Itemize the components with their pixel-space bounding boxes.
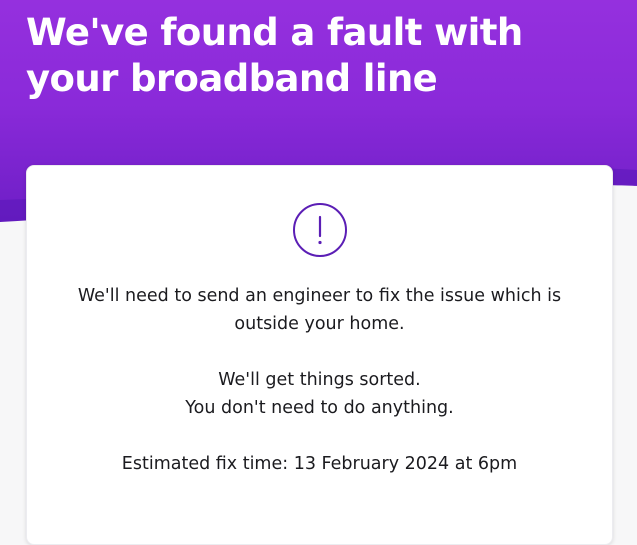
engineer-message: We'll need to send an engineer to fix th… <box>77 286 562 334</box>
reassurance-line-2: You don't need to do anything. <box>185 398 454 418</box>
estimated-fix-time: Estimated fix time: 13 February 2024 at … <box>121 454 518 474</box>
reassurance-message: We'll get things sorted. You don't need … <box>47 366 592 422</box>
fault-info-card: We'll need to send an engineer to fix th… <box>26 165 613 545</box>
exclamation-circle-icon <box>293 203 347 257</box>
page-title: We've found a fault with your broadband … <box>26 11 523 100</box>
reassurance-line-1: We'll get things sorted. <box>218 370 421 390</box>
